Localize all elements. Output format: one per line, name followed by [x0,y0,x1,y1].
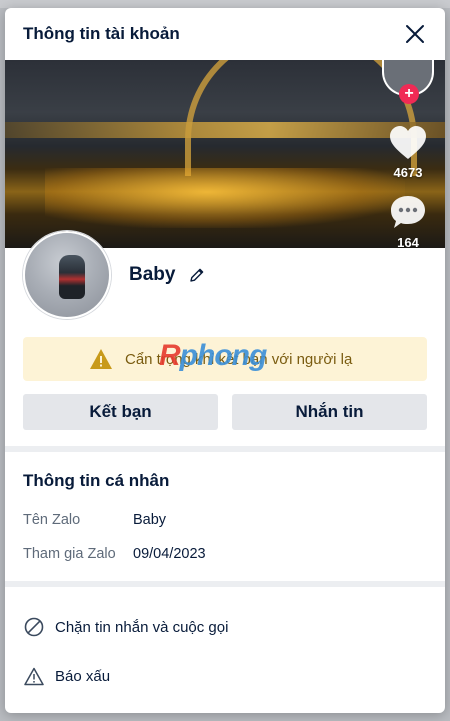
follow-plus-icon: + [399,84,419,104]
info-value: Baby [133,512,167,528]
cover-side-actions: + 4673 164 [382,60,434,248]
comment-count: 164 [397,235,419,248]
section-divider [5,446,445,452]
modal-title: Thông tin tài khoản [23,24,180,43]
creator-avatar: + [382,60,434,104]
avatar-figure [59,255,85,299]
report-warning-icon [23,665,45,687]
like-count: 4673 [393,165,423,180]
cover-water-reflection [45,168,405,228]
close-icon [406,25,424,43]
watermark-rest: phong [179,339,268,372]
watermark-logo: Rphong [159,339,268,373]
block-icon [23,616,45,638]
watermark-r: R [159,339,181,372]
display-name: Baby [129,264,176,285]
cover-photo: + 4673 164 [5,60,445,248]
modal-header: Thông tin tài khoản [5,8,445,60]
info-row-join-date: Tham gia Zalo 09/04/2023 [23,546,206,562]
report-label: Báo xấu [55,667,111,685]
close-button[interactable] [401,20,429,48]
section-divider [5,581,445,587]
report-item[interactable]: Báo xấu [23,661,427,691]
avatar[interactable] [23,231,111,319]
cover-bridge-deck [5,122,445,138]
profile-row: Baby [23,230,207,320]
info-value: 09/04/2023 [133,546,206,562]
background-app-content [0,0,450,8]
account-info-modal: Thông tin tài khoản + 4673 164 Baby Cẩn … [5,8,445,713]
info-row-zalo-name: Tên Zalo Baby [23,512,166,528]
block-label: Chặn tin nhắn và cuộc gọi [55,618,229,636]
block-messages-calls-item[interactable]: Chặn tin nhắn và cuộc gọi [23,612,427,642]
warning-icon [90,349,112,369]
action-buttons: Kết bạn Nhắn tin [23,394,427,430]
name-wrap: Baby [129,264,207,286]
like-icon [389,126,427,165]
edit-name-button[interactable] [187,265,207,285]
send-message-button[interactable]: Nhắn tin [232,394,427,430]
add-friend-button[interactable]: Kết bạn [23,394,218,430]
info-label: Tham gia Zalo [23,546,116,562]
personal-info-title: Thông tin cá nhân [23,471,170,490]
info-label: Tên Zalo [23,512,81,528]
comment-icon [389,194,427,235]
pencil-icon [190,268,204,282]
